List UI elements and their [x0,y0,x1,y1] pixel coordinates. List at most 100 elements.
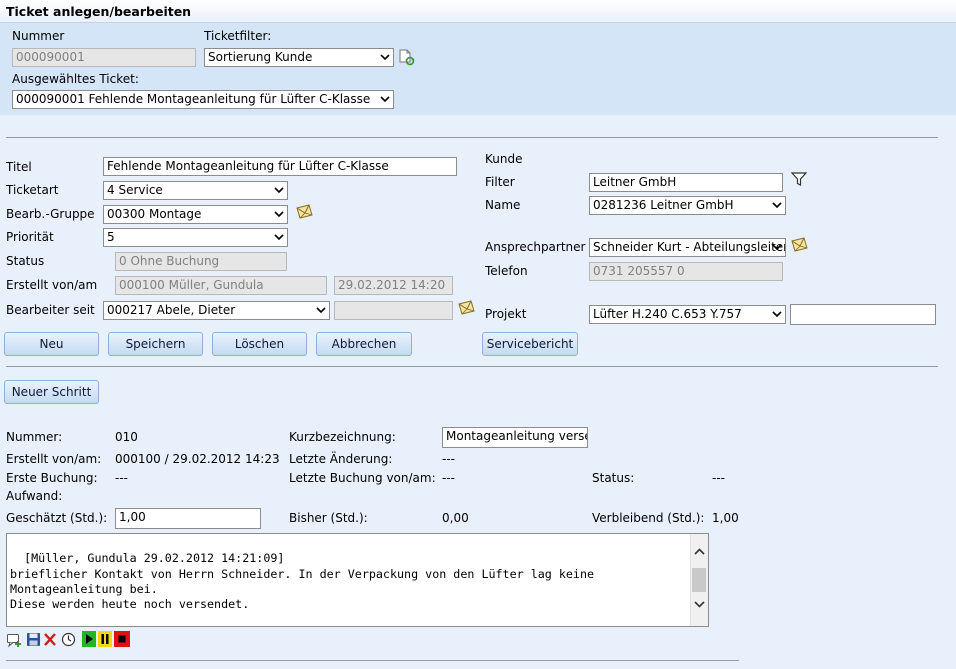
kunde-label: Kunde [485,152,523,166]
ticketfilter-label: Ticketfilter: [204,29,272,43]
bearbeiter-seit-field [334,301,453,320]
name-label: Name [485,198,521,212]
kunde-name-select[interactable]: 0281236 Leitner GmbH [589,196,786,215]
floppy-disk-icon[interactable] [26,632,41,647]
gruppe-select[interactable]: 00300 Montage [103,205,288,224]
stop-icon[interactable] [114,631,130,647]
step-erstellt-label: Erstellt von/am: [6,452,102,466]
step-status-label: Status: [592,471,635,485]
kundenfilter-input[interactable]: Leitner GmbH [589,173,783,192]
clock-icon[interactable] [61,632,76,647]
scrollbar-thumb[interactable] [692,568,706,592]
gruppe-label: Bearb.-Gruppe [6,207,95,221]
play-glyph [86,634,93,644]
ticketfilter-value: Sortierung Kunde [208,50,313,64]
kundenfilter-label: Filter [485,175,515,189]
kurzbezeichnung-input[interactable]: Montageanleitung versenden [442,427,588,448]
bearbeiter-label: Bearbeiter seit [6,303,95,317]
ticketart-value: 4 Service [107,183,163,197]
erste-buchung-label: Erste Buchung: [6,471,98,485]
stop-glyph [118,635,126,643]
projekt-value: Lüfter H.240 C.653 Y.757 [593,307,742,321]
servicebericht-button[interactable]: Servicebericht [482,332,578,356]
chevron-up-icon[interactable] [694,548,705,556]
verbleibend-value: 1,00 [712,511,739,525]
divider [6,366,938,367]
play-icon[interactable] [82,631,96,647]
letzte-aenderung-label: Letzte Änderung: [289,452,393,466]
verbleibend-label: Verbleibend (Std.): [592,511,705,525]
notes-scrollbar[interactable] [690,534,708,626]
add-note-icon[interactable] [6,632,22,648]
title-bar: Ticket anlegen/bearbeiten [0,0,956,23]
status-label: Status [6,254,45,268]
prioritaet-value: 5 [107,230,115,244]
aufwand-label: Aufwand: [6,489,63,503]
projekt-extra-input[interactable] [790,304,936,325]
geschaetzt-label: Geschätzt (Std.): [6,511,108,525]
speichern-button[interactable]: Speichern [108,332,203,356]
telefon-label: Telefon [485,264,528,278]
letzte-buchung-label: Letzte Buchung von/am: [289,471,436,485]
telefon-field: 0731 205557 0 [589,262,783,281]
abbrechen-button[interactable]: Abbrechen [316,332,412,356]
envelope-icon[interactable] [457,300,477,316]
neu-button[interactable]: Neu [4,332,99,356]
kurzbezeichnung-label: Kurzbezeichnung: [289,430,396,444]
erste-buchung-value: --- [115,471,128,485]
geschaetzt-input[interactable]: 1,00 [115,508,261,529]
ticketart-select[interactable]: 4 Service [103,181,288,200]
funnel-filter-icon[interactable] [791,172,807,186]
projekt-select[interactable]: Lüfter H.240 C.653 Y.757 [589,305,786,324]
step-erstellt-value: 000100 / 29.02.2012 14:23 [115,452,280,466]
chevron-down-icon [772,311,782,318]
ticket-number-field: 000090001 [12,48,196,67]
erstellt-label: Erstellt von/am [6,278,98,292]
envelope-icon[interactable] [295,204,315,220]
chevron-down-icon [274,211,284,218]
chevron-down-icon [772,202,782,209]
gruppe-value: 00300 Montage [107,207,202,221]
selected-ticket-select[interactable]: 000090001 Fehlende Montageanleitung für … [12,90,394,109]
step-notes-text: [Müller, Gundula 29.02.2012 14:21:09] br… [10,551,595,612]
bearbeiter-value: 000217 Abele, Dieter [107,303,236,317]
kunde-name-value: 0281236 Leitner GmbH [593,198,734,212]
erstellt-am-field: 29.02.2012 14:20 [334,276,453,295]
ansprechpartner-select[interactable]: Schneider Kurt - Abteilungsleiter [589,238,786,257]
step-notes-textarea[interactable]: [Müller, Gundula 29.02.2012 14:21:09] br… [6,533,709,627]
loeschen-button[interactable]: Löschen [212,332,307,356]
letzte-buchung-value: --- [442,471,455,485]
ticketfilter-select[interactable]: Sortierung Kunde [204,48,394,67]
chevron-down-icon [380,54,390,61]
pause-icon[interactable] [98,631,112,647]
divider [6,660,739,661]
erstellt-von-field: 000100 Müller, Gundula [115,276,327,295]
chevron-down-icon [316,307,326,314]
step-nummer-value: 010 [115,430,138,444]
chevron-down-icon [274,187,284,194]
envelope-icon[interactable] [790,237,810,253]
chevron-down-icon [772,244,782,251]
page-title: Ticket anlegen/bearbeiten [6,4,192,19]
selected-ticket-value: 000090001 Fehlende Montageanleitung für … [16,92,371,106]
chevron-down-icon[interactable] [694,600,705,608]
prioritaet-select[interactable]: 5 [103,228,288,247]
chevron-down-icon [274,234,284,241]
ansprechpartner-value: Schneider Kurt - Abteilungsleiter [593,240,786,254]
divider [6,137,938,138]
titel-label: Titel [6,160,32,174]
selected-ticket-label: Ausgewähltes Ticket: [12,72,139,86]
pause-glyph [101,634,109,644]
titel-input[interactable]: Fehlende Montageanleitung für Lüfter C-K… [103,157,457,176]
red-x-icon[interactable] [43,632,57,647]
projekt-label: Projekt [485,307,527,321]
ticketart-label: Ticketart [6,183,59,197]
bisher-label: Bisher (Std.): [289,511,368,525]
letzte-aenderung-value: --- [442,452,455,466]
bearbeiter-select[interactable]: 000217 Abele, Dieter [103,301,330,320]
neuer-schritt-button[interactable]: Neuer Schritt [4,380,99,404]
status-field: 0 Ohne Buchung [115,252,287,271]
nummer-label: Nummer [12,29,65,43]
ansprechpartner-label: Ansprechpartner [485,240,586,254]
refresh-document-icon[interactable] [397,48,415,66]
